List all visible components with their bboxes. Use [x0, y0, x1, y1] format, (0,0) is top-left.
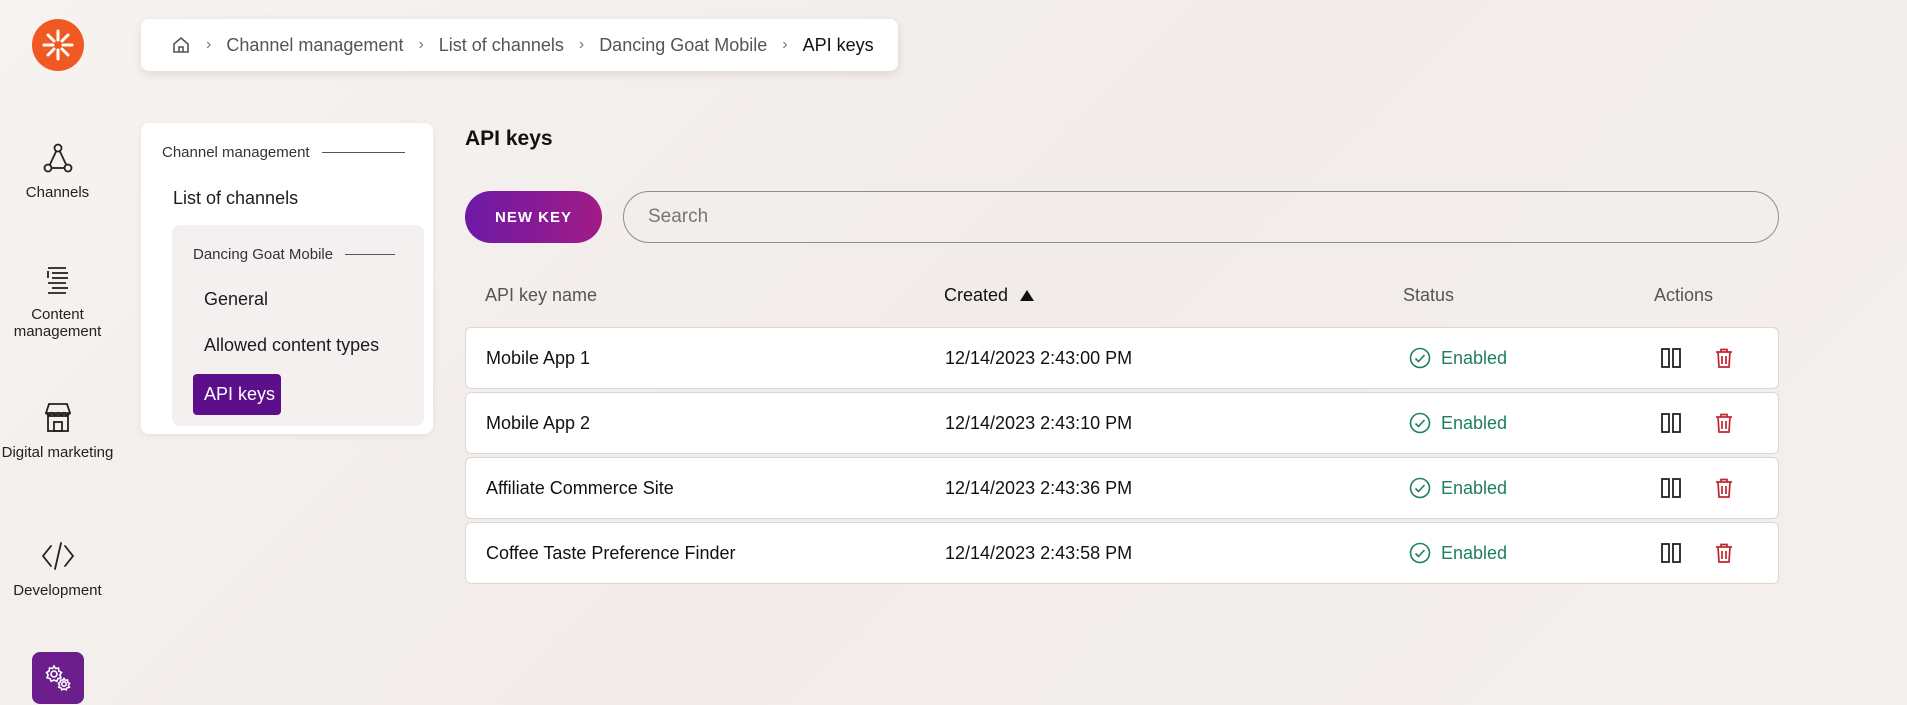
page-title: API keys: [465, 127, 553, 150]
table-row[interactable]: Mobile App 1 12/14/2023 2:43:00 PM Enabl…: [465, 327, 1779, 389]
chevron-right-icon: ›: [206, 36, 212, 53]
column-header-name[interactable]: API key name: [485, 285, 597, 306]
nav-label: Development: [13, 582, 102, 599]
table-row[interactable]: Mobile App 2 12/14/2023 2:43:10 PM Enabl…: [465, 392, 1779, 454]
status-label: Enabled: [1441, 542, 1508, 563]
check-circle-icon: [1409, 477, 1431, 499]
tree-subgroup-heading: Dancing Goat Mobile: [193, 246, 396, 263]
nav-development[interactable]: Development: [0, 538, 115, 599]
digital-marketing-icon: [44, 403, 71, 432]
kentico-logo-icon[interactable]: [32, 19, 84, 71]
tree-heading-label: Channel management: [162, 144, 310, 161]
divider: [345, 254, 396, 255]
tree-item-allowed-content-types[interactable]: Allowed content types: [204, 335, 379, 356]
row-name: Coffee Taste Preference Finder: [486, 542, 736, 563]
breadcrumb-item[interactable]: Channel management: [226, 35, 403, 56]
breadcrumb-item[interactable]: List of channels: [439, 35, 564, 56]
content-management-icon: [46, 267, 68, 294]
channel-navigation-tree: Channel management List of channels Danc…: [141, 123, 433, 434]
chevron-right-icon: ›: [418, 36, 424, 53]
status-label: Enabled: [1441, 477, 1508, 498]
tree-item-api-keys[interactable]: API keys: [193, 374, 281, 415]
check-circle-icon: [1409, 347, 1431, 369]
delete-trash-icon[interactable]: [1711, 345, 1737, 371]
column-header-status[interactable]: Status: [1403, 285, 1454, 306]
column-header-actions: Actions: [1654, 285, 1714, 305]
settings-gear-icon: [45, 664, 71, 691]
breadcrumb-item[interactable]: Dancing Goat Mobile: [599, 35, 767, 56]
column-header-created[interactable]: Created: [944, 285, 1035, 306]
home-icon[interactable]: [171, 35, 191, 55]
delete-trash-icon[interactable]: [1711, 475, 1737, 501]
view-columns-icon[interactable]: [1658, 475, 1684, 501]
check-circle-icon: [1409, 542, 1431, 564]
nav-label: Content management: [13, 306, 102, 340]
tree-item-list-of-channels[interactable]: List of channels: [173, 188, 298, 209]
view-columns-icon[interactable]: [1658, 540, 1684, 566]
status-badge: Enabled: [1409, 393, 1507, 453]
delete-trash-icon[interactable]: [1711, 410, 1737, 436]
table-row[interactable]: Coffee Taste Preference Finder 12/14/202…: [465, 522, 1779, 584]
divider: [321, 152, 405, 153]
status-badge: Enabled: [1409, 523, 1507, 583]
status-label: Enabled: [1441, 347, 1508, 368]
breadcrumb: › Channel management › List of channels …: [141, 19, 898, 71]
row-name: Affiliate Commerce Site: [486, 477, 674, 498]
nav-digital-marketing[interactable]: Digital marketing: [0, 400, 115, 461]
status-badge: Enabled: [1409, 458, 1507, 518]
tree-heading: Channel management: [162, 144, 405, 161]
row-name: Mobile App 1: [486, 347, 591, 368]
check-circle-icon: [1409, 412, 1431, 434]
nav-content-management[interactable]: Content management: [0, 262, 115, 340]
nav-label: Digital marketing: [1, 444, 114, 461]
row-created: 12/14/2023 2:43:58 PM: [945, 542, 1133, 563]
view-columns-icon[interactable]: [1658, 410, 1684, 436]
chevron-right-icon: ›: [782, 36, 788, 53]
row-created: 12/14/2023 2:43:00 PM: [945, 347, 1133, 368]
sort-ascending-icon: [1020, 290, 1035, 301]
row-created: 12/14/2023 2:43:36 PM: [945, 477, 1133, 498]
row-name: Mobile App 2: [486, 412, 591, 433]
table-row[interactable]: Affiliate Commerce Site 12/14/2023 2:43:…: [465, 457, 1779, 519]
development-icon: [41, 542, 74, 570]
nav-channels[interactable]: Channels: [0, 140, 115, 201]
status-badge: Enabled: [1409, 328, 1507, 388]
tree-subgroup-label: Dancing Goat Mobile: [193, 246, 334, 263]
left-nav-rail: Channels Content management Digital mark…: [0, 0, 115, 705]
chevron-right-icon: ›: [578, 36, 585, 53]
status-label: Enabled: [1441, 412, 1508, 433]
tree-subgroup: Dancing Goat Mobile General Allowed cont…: [172, 225, 424, 426]
new-key-button[interactable]: NEW KEY: [465, 191, 602, 243]
breadcrumb-current: API keys: [802, 34, 874, 55]
nav-settings[interactable]: [32, 652, 84, 704]
search-input[interactable]: [623, 191, 1779, 243]
delete-trash-icon[interactable]: [1711, 540, 1737, 566]
column-header-label: Created: [944, 285, 1009, 305]
nav-label: Channels: [25, 184, 90, 201]
row-created: 12/14/2023 2:43:10 PM: [945, 412, 1133, 433]
tree-item-general[interactable]: General: [204, 289, 268, 310]
view-columns-icon[interactable]: [1658, 345, 1684, 371]
channels-icon: [43, 143, 72, 173]
